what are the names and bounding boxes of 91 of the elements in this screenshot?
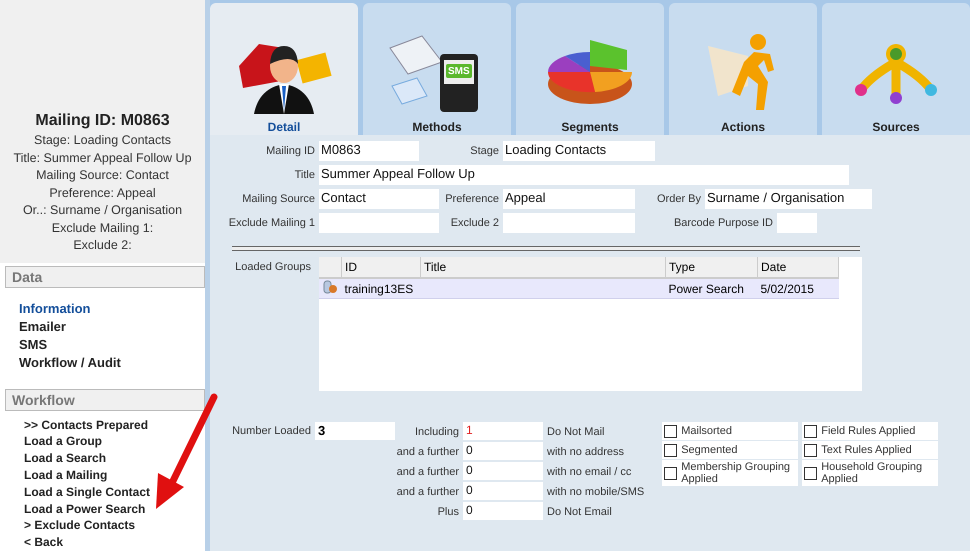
tab[interactable]: Sources <box>822 3 970 135</box>
table-cell: training13ES <box>342 278 420 298</box>
input-field[interactable]: Summer Appeal Follow Up <box>319 165 849 185</box>
table-row[interactable]: training13ES Power Search 5/02/2015 <box>319 278 838 298</box>
menu-link[interactable]: Emailer <box>19 318 66 336</box>
count-note: Do Not Email <box>547 506 612 518</box>
checkbox-label: Mailsorted <box>681 425 732 437</box>
tab[interactable]: Actions <box>669 3 817 135</box>
input-field[interactable]: Loading Contacts <box>503 141 655 161</box>
count-note: with no email / cc <box>547 466 632 478</box>
workflow-link[interactable]: Load a Group <box>24 433 102 450</box>
input-field[interactable]: 3 <box>315 422 395 440</box>
checkbox[interactable] <box>664 466 678 480</box>
summary-line: Or..: Surname / Organisation <box>22 202 182 220</box>
field-label: Order By <box>656 193 702 205</box>
input-field[interactable]: Contact <box>319 189 439 209</box>
count-note: with no address <box>547 446 624 458</box>
flag-checkbox[interactable]: Field Rules Applied <box>802 422 938 440</box>
field-label: Mailing Source <box>241 193 316 205</box>
table-cell: Power Search <box>666 278 758 298</box>
menu-link[interactable]: Workflow / Audit <box>19 354 121 372</box>
checkbox[interactable] <box>804 466 818 480</box>
input-field[interactable]: 1 <box>463 422 543 440</box>
field-label: Mailing ID <box>265 145 316 157</box>
field-label: Number Loaded <box>231 424 312 437</box>
input-field[interactable]: M0863 <box>319 141 419 161</box>
field-label: Exclude 2 <box>450 217 500 229</box>
checkbox[interactable] <box>804 424 818 438</box>
field-label: and a further <box>396 486 460 498</box>
flag-checkbox[interactable]: Text Rules Applied <box>802 441 938 459</box>
field-label: and a further <box>396 466 460 478</box>
tab[interactable]: Segments <box>516 3 664 135</box>
flag-checkbox[interactable]: Membership Grouping Applied <box>662 460 798 486</box>
checkbox[interactable] <box>664 424 678 438</box>
input-field[interactable] <box>503 213 635 233</box>
checkbox-label: Segmented <box>681 444 738 456</box>
input-field[interactable]: 0 <box>463 462 543 480</box>
workflow-link[interactable]: >> Contacts Prepared <box>24 416 148 434</box>
column-header[interactable]: Type <box>666 257 758 278</box>
flag-checkbox[interactable]: Household Grouping Applied <box>802 460 938 486</box>
field-label: Plus <box>436 506 460 518</box>
field-label: Stage <box>469 145 500 157</box>
tab[interactable]: Detail <box>210 3 358 135</box>
field-label: Title <box>294 169 316 181</box>
field-label: Preference <box>444 193 500 205</box>
workflow-link[interactable]: < Back <box>24 534 64 551</box>
column-header[interactable]: Title <box>420 257 666 278</box>
input-field[interactable]: 0 <box>463 482 543 500</box>
menu-link[interactable]: SMS <box>19 336 48 354</box>
tab[interactable]: SMS Methods <box>363 3 511 135</box>
summary-line: Preference: Appeal <box>49 184 156 202</box>
field-label: Loaded Groups <box>234 260 312 273</box>
checkbox-label: Text Rules Applied <box>821 444 912 456</box>
workflow-link[interactable]: Load a Single Contact <box>24 484 150 501</box>
flag-checkbox[interactable]: Mailsorted <box>662 422 798 440</box>
count-note: Do Not Mail <box>547 426 604 438</box>
workflow-link[interactable]: Load a Search <box>24 450 106 468</box>
column-header[interactable]: ID <box>342 257 420 278</box>
checkbox[interactable] <box>804 444 818 456</box>
table-cell: 5/02/2015 <box>758 278 838 298</box>
field-label: Including <box>414 426 460 438</box>
summary-line: Exclude Mailing 1: <box>52 220 154 237</box>
count-note: with no mobile/SMS <box>547 486 644 498</box>
checkbox-label: Field Rules Applied <box>821 425 916 437</box>
checkbox-label: Membership Grouping Applied <box>681 461 792 485</box>
menu-link[interactable]: Information <box>19 300 90 318</box>
summary-line: Exclude 2: <box>73 237 132 254</box>
input-field[interactable]: Appeal <box>503 189 635 209</box>
flag-checkbox[interactable]: Segmented <box>662 441 798 459</box>
column-header[interactable]: Date <box>758 257 838 278</box>
input-field[interactable]: 0 <box>463 502 543 520</box>
workflow-link[interactable]: Load a Mailing <box>24 467 108 484</box>
field-label: Exclude Mailing 1 <box>228 217 316 229</box>
input-field[interactable]: 0 <box>463 442 543 460</box>
workflow-link[interactable]: Load a Power Search <box>24 500 146 518</box>
checkbox[interactable] <box>664 444 678 456</box>
summary-line: Stage: Loading Contacts <box>34 132 171 150</box>
group-icon <box>322 280 338 294</box>
summary-heading: Mailing ID: M0863 <box>35 112 170 130</box>
section-header: Workflow <box>5 388 205 411</box>
input-field[interactable] <box>319 213 439 233</box>
summary-line: Title: Summer Appeal Follow Up <box>13 150 192 167</box>
field-label: and a further <box>396 446 460 458</box>
sms-label: SMS <box>448 66 470 77</box>
section-header: Data <box>5 266 205 288</box>
checkbox-label: Household Grouping Applied <box>821 461 924 485</box>
workflow-link[interactable]: > Exclude Contacts <box>24 517 136 534</box>
summary-line: Mailing Source: Contact <box>36 167 169 184</box>
input-field[interactable] <box>777 213 817 233</box>
input-field[interactable]: Surname / Organisation <box>705 189 872 209</box>
field-label: Barcode Purpose ID <box>672 217 774 229</box>
